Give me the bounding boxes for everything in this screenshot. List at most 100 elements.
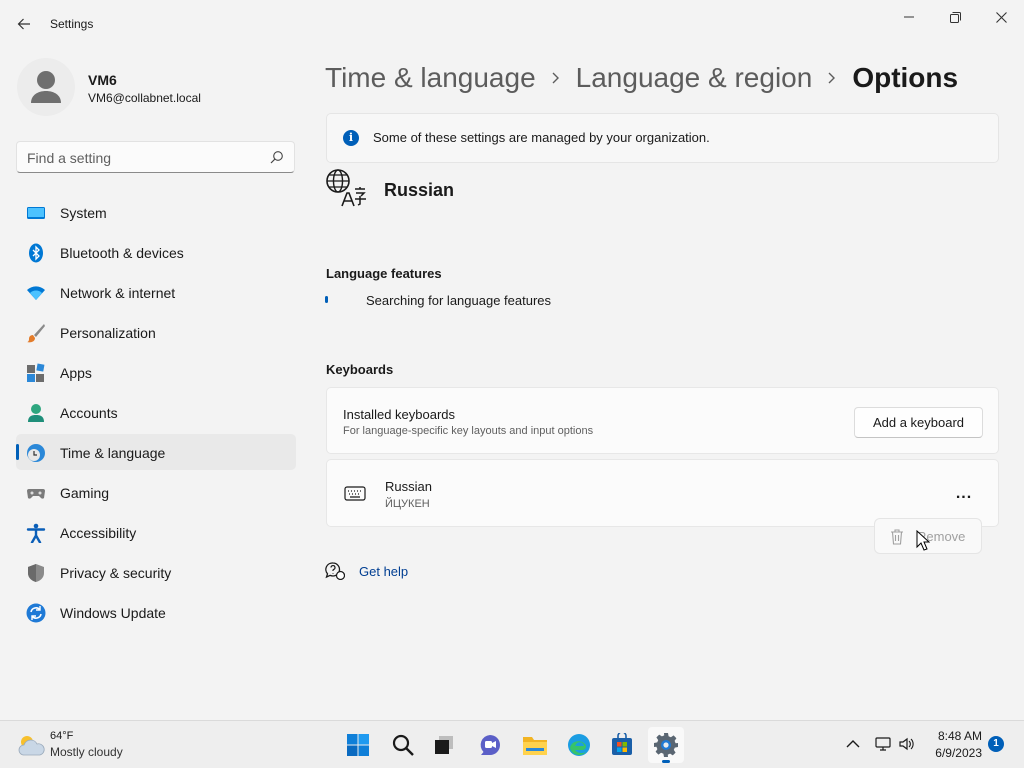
keyboard-name: Russian xyxy=(385,479,432,494)
sidebar-item-label: Accounts xyxy=(60,405,118,421)
edge-button[interactable] xyxy=(561,727,597,763)
page-title: Options xyxy=(852,62,959,93)
file-explorer-icon xyxy=(523,737,547,755)
loading-spinner xyxy=(325,296,328,303)
mouse-cursor-icon xyxy=(916,530,930,551)
keyboard-row-russian: Russian ЙЦУКЕН ... xyxy=(326,459,999,527)
info-text: Some of these settings are managed by yo… xyxy=(373,130,710,145)
sidebar-item-apps[interactable]: Apps xyxy=(16,354,296,390)
notification-badge[interactable]: 1 xyxy=(988,736,1004,752)
close-icon xyxy=(995,11,1007,23)
shield-icon xyxy=(28,564,44,582)
restore-icon xyxy=(949,11,961,23)
installed-keyboards-subtitle: For language-specific key layouts and in… xyxy=(343,425,594,437)
chat-icon xyxy=(480,735,500,755)
update-icon xyxy=(26,603,46,623)
sidebar-item-gaming[interactable]: Gaming xyxy=(16,474,296,510)
minimize-icon xyxy=(904,16,914,18)
sidebar-nav: System Bluetooth & devices Network & int… xyxy=(16,194,296,634)
search-input[interactable] xyxy=(27,148,267,168)
sidebar-item-personalization[interactable]: Personalization xyxy=(16,314,296,350)
app-title: Settings xyxy=(50,17,94,31)
clock-time[interactable]: 8:48 AM xyxy=(936,729,982,743)
bluetooth-icon xyxy=(29,243,43,263)
back-button[interactable] xyxy=(12,10,36,38)
sidebar-item-label: Apps xyxy=(60,365,92,381)
apps-icon xyxy=(27,363,45,382)
installed-keyboards-title: Installed keyboards xyxy=(343,407,456,422)
sidebar-item-time-language[interactable]: Time & language xyxy=(16,434,296,470)
accessibility-icon xyxy=(26,523,46,543)
weather-temperature[interactable]: 64°F xyxy=(50,730,73,742)
sidebar-item-label: Accessibility xyxy=(60,525,137,541)
sidebar-item-bluetooth[interactable]: Bluetooth & devices xyxy=(16,234,296,270)
accounts-icon xyxy=(28,404,44,422)
language-features-status: Searching for language features xyxy=(366,293,552,308)
minimize-button[interactable] xyxy=(886,4,932,30)
sidebar-item-privacy[interactable]: Privacy & security xyxy=(16,554,296,590)
cloudy-weather-icon[interactable] xyxy=(16,733,46,757)
wifi-icon xyxy=(27,286,45,300)
sidebar-item-label: Privacy & security xyxy=(60,565,172,581)
task-view-icon xyxy=(435,736,453,754)
brush-icon xyxy=(27,324,45,343)
breadcrumb: Time & language Language & region Option… xyxy=(325,58,958,98)
breadcrumb-language-region[interactable]: Language & region xyxy=(576,62,813,94)
start-icon xyxy=(347,734,369,756)
user-name: VM6 xyxy=(88,72,117,88)
title-bar: Settings xyxy=(0,0,1024,48)
breadcrumb-time-language[interactable]: Time & language xyxy=(325,62,536,94)
restore-button[interactable] xyxy=(932,4,978,30)
more-options-button[interactable]: ... xyxy=(947,482,981,506)
store-button[interactable] xyxy=(604,727,640,763)
sidebar-item-windows-update[interactable]: Windows Update xyxy=(16,594,296,630)
settings-app-button[interactable] xyxy=(648,727,684,763)
system-icon xyxy=(27,207,45,219)
avatar[interactable] xyxy=(17,58,75,116)
search-icon[interactable] xyxy=(270,150,284,164)
volume-icon[interactable] xyxy=(898,735,916,753)
get-help-icon xyxy=(325,562,345,580)
chat-button[interactable] xyxy=(472,727,508,763)
time-language-icon xyxy=(27,444,45,462)
back-arrow-icon xyxy=(17,18,30,30)
sidebar-item-accessibility[interactable]: Accessibility xyxy=(16,514,296,550)
keyboard-icon xyxy=(344,486,366,501)
sidebar-item-network[interactable]: Network & internet xyxy=(16,274,296,310)
close-button[interactable] xyxy=(978,4,1024,30)
task-view-button[interactable] xyxy=(426,727,462,763)
info-icon: i xyxy=(343,130,359,146)
taskbar: 64°F Mostly cloudy 8:48 AM 6/9/2023 1 xyxy=(0,720,1024,768)
user-email: VM6@collabnet.local xyxy=(88,91,201,105)
trash-icon xyxy=(891,529,903,545)
network-icon[interactable] xyxy=(874,735,892,753)
managed-by-org-infobar: i Some of these settings are managed by … xyxy=(326,113,999,163)
add-keyboard-button[interactable]: Add a keyboard xyxy=(854,407,983,438)
installed-keyboards-card: Installed keyboards For language-specifi… xyxy=(326,387,999,454)
edge-icon xyxy=(568,734,590,756)
keyboards-heading: Keyboards xyxy=(326,362,394,377)
sidebar-item-label: Time & language xyxy=(60,445,166,461)
search-box[interactable] xyxy=(16,141,295,173)
sidebar-item-label: Bluetooth & devices xyxy=(60,245,184,261)
sidebar-item-label: System xyxy=(60,205,107,221)
chevron-up-icon[interactable] xyxy=(844,735,862,753)
clock-date[interactable]: 6/9/2023 xyxy=(926,746,982,760)
weather-description[interactable]: Mostly cloudy xyxy=(50,745,123,759)
keyboard-layout: ЙЦУКЕН xyxy=(385,498,430,510)
sidebar-item-system[interactable]: System xyxy=(16,194,296,230)
sidebar-item-accounts[interactable]: Accounts xyxy=(16,394,296,430)
search-icon xyxy=(392,734,414,756)
language-name: Russian xyxy=(384,180,455,200)
start-button[interactable] xyxy=(340,727,376,763)
language-features-heading: Language features xyxy=(326,266,442,281)
get-help-link[interactable]: Get help xyxy=(359,564,408,579)
taskbar-search-button[interactable] xyxy=(385,727,421,763)
language-icon xyxy=(326,169,366,207)
chevron-right-icon xyxy=(552,72,559,84)
store-icon xyxy=(612,733,632,755)
sidebar-item-label: Personalization xyxy=(60,325,156,341)
settings-icon xyxy=(654,733,678,757)
file-explorer-button[interactable] xyxy=(517,727,553,763)
gamepad-icon xyxy=(27,489,45,499)
